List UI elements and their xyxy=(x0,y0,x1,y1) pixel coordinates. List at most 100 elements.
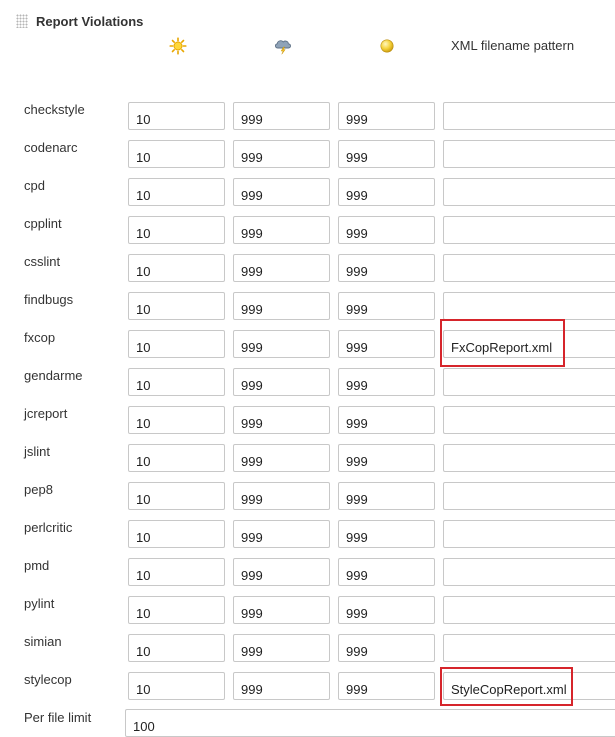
sun-icon xyxy=(169,37,187,55)
row-codenarc: codenarc xyxy=(0,140,615,178)
row-cpd: cpd xyxy=(0,178,615,216)
stormy-threshold-input[interactable] xyxy=(233,368,330,396)
sunny-threshold-input[interactable] xyxy=(128,558,225,586)
sunny-threshold-input[interactable] xyxy=(128,330,225,358)
sunny-threshold-input[interactable] xyxy=(128,482,225,510)
row-label: findbugs xyxy=(24,292,74,307)
unstable-threshold-input[interactable] xyxy=(338,634,435,662)
unstable-threshold-input[interactable] xyxy=(338,368,435,396)
unstable-threshold-input[interactable] xyxy=(338,330,435,358)
per-file-limit-input[interactable] xyxy=(125,709,615,737)
unstable-threshold-input[interactable] xyxy=(338,178,435,206)
sunny-threshold-input[interactable] xyxy=(128,596,225,624)
row-csslint: csslint xyxy=(0,254,615,292)
section-title: Report Violations xyxy=(36,13,144,29)
xml-pattern-input[interactable] xyxy=(443,444,615,472)
row-label: jslint xyxy=(24,444,51,459)
unstable-threshold-input[interactable] xyxy=(338,482,435,510)
xml-pattern-input[interactable] xyxy=(443,178,615,206)
sunny-threshold-input[interactable] xyxy=(128,140,225,168)
drag-grip-icon[interactable] xyxy=(16,14,28,28)
xml-pattern-input[interactable] xyxy=(443,406,615,434)
xml-pattern-input[interactable] xyxy=(443,520,615,548)
stormy-threshold-input[interactable] xyxy=(233,178,330,206)
unstable-column-header xyxy=(377,36,397,56)
xml-pattern-input[interactable] xyxy=(443,102,615,130)
row-jcreport: jcreport xyxy=(0,406,615,444)
stormy-threshold-input[interactable] xyxy=(233,520,330,548)
row-pep8: pep8 xyxy=(0,482,615,520)
unstable-threshold-input[interactable] xyxy=(338,254,435,282)
row-gendarme: gendarme xyxy=(0,368,615,406)
sunny-threshold-input[interactable] xyxy=(128,216,225,244)
sunny-threshold-input[interactable] xyxy=(128,520,225,548)
xml-pattern-input[interactable] xyxy=(443,634,615,662)
unstable-threshold-input[interactable] xyxy=(338,406,435,434)
xml-pattern-input[interactable] xyxy=(443,482,615,510)
stormy-threshold-input[interactable] xyxy=(233,482,330,510)
xml-pattern-input[interactable] xyxy=(443,292,615,320)
row-pylint: pylint xyxy=(0,596,615,634)
row-label: csslint xyxy=(24,254,61,269)
stormy-threshold-input[interactable] xyxy=(233,558,330,586)
row-findbugs: findbugs xyxy=(0,292,615,330)
unstable-threshold-input[interactable] xyxy=(338,444,435,472)
sunny-threshold-input[interactable] xyxy=(128,102,225,130)
xml-pattern-input[interactable] xyxy=(443,216,615,244)
stormy-threshold-input[interactable] xyxy=(233,444,330,472)
stormy-threshold-input[interactable] xyxy=(233,406,330,434)
unstable-threshold-input[interactable] xyxy=(338,292,435,320)
sunny-threshold-input[interactable] xyxy=(128,292,225,320)
sunny-threshold-input[interactable] xyxy=(128,406,225,434)
stormy-threshold-input[interactable] xyxy=(233,292,330,320)
stormy-threshold-input[interactable] xyxy=(233,672,330,700)
unstable-threshold-input[interactable] xyxy=(338,520,435,548)
row-stylecop: stylecop xyxy=(0,672,615,710)
sunny-threshold-input[interactable] xyxy=(128,368,225,396)
yellow-ball-icon xyxy=(380,39,394,53)
unstable-threshold-input[interactable] xyxy=(338,216,435,244)
stormy-threshold-input[interactable] xyxy=(233,330,330,358)
xml-pattern-input[interactable] xyxy=(443,254,615,282)
row-label: jcreport xyxy=(24,406,68,421)
sunny-threshold-input[interactable] xyxy=(128,634,225,662)
unstable-threshold-input[interactable] xyxy=(338,558,435,586)
sunny-threshold-input[interactable] xyxy=(128,254,225,282)
xml-pattern-input[interactable] xyxy=(443,140,615,168)
unstable-threshold-input[interactable] xyxy=(338,672,435,700)
stormy-threshold-input[interactable] xyxy=(233,634,330,662)
row-label: stylecop xyxy=(24,672,72,687)
sunny-threshold-input[interactable] xyxy=(128,444,225,472)
row-perlcritic: perlcritic xyxy=(0,520,615,558)
stormy-threshold-input[interactable] xyxy=(233,216,330,244)
row-label: pmd xyxy=(24,558,50,573)
row-fxcop: fxcop xyxy=(0,330,615,368)
row-label: simian xyxy=(24,634,62,649)
row-label: cpd xyxy=(24,178,45,193)
pattern-column-header: XML filename pattern xyxy=(451,38,575,53)
stormy-threshold-input[interactable] xyxy=(233,596,330,624)
xml-pattern-input[interactable] xyxy=(443,330,615,358)
stormy-threshold-input[interactable] xyxy=(233,140,330,168)
row-checkstyle: checkstyle xyxy=(0,102,615,140)
sunny-threshold-input[interactable] xyxy=(128,178,225,206)
row-pmd: pmd xyxy=(0,558,615,596)
section-header: Report Violations xyxy=(16,11,143,31)
xml-pattern-input[interactable] xyxy=(443,672,615,700)
xml-pattern-input[interactable] xyxy=(443,368,615,396)
stormy-threshold-input[interactable] xyxy=(233,254,330,282)
xml-pattern-input[interactable] xyxy=(443,596,615,624)
row-label: cpplint xyxy=(24,216,62,231)
row-label: pylint xyxy=(24,596,55,611)
stormy-threshold-input[interactable] xyxy=(233,102,330,130)
row-label: pep8 xyxy=(24,482,53,497)
unstable-threshold-input[interactable] xyxy=(338,140,435,168)
row-simian: simian xyxy=(0,634,615,672)
sunny-threshold-input[interactable] xyxy=(128,672,225,700)
unstable-threshold-input[interactable] xyxy=(338,102,435,130)
unstable-threshold-input[interactable] xyxy=(338,596,435,624)
row-label: gendarme xyxy=(24,368,83,383)
row-jslint: jslint xyxy=(0,444,615,482)
row-label: perlcritic xyxy=(24,520,73,535)
xml-pattern-input[interactable] xyxy=(443,558,615,586)
